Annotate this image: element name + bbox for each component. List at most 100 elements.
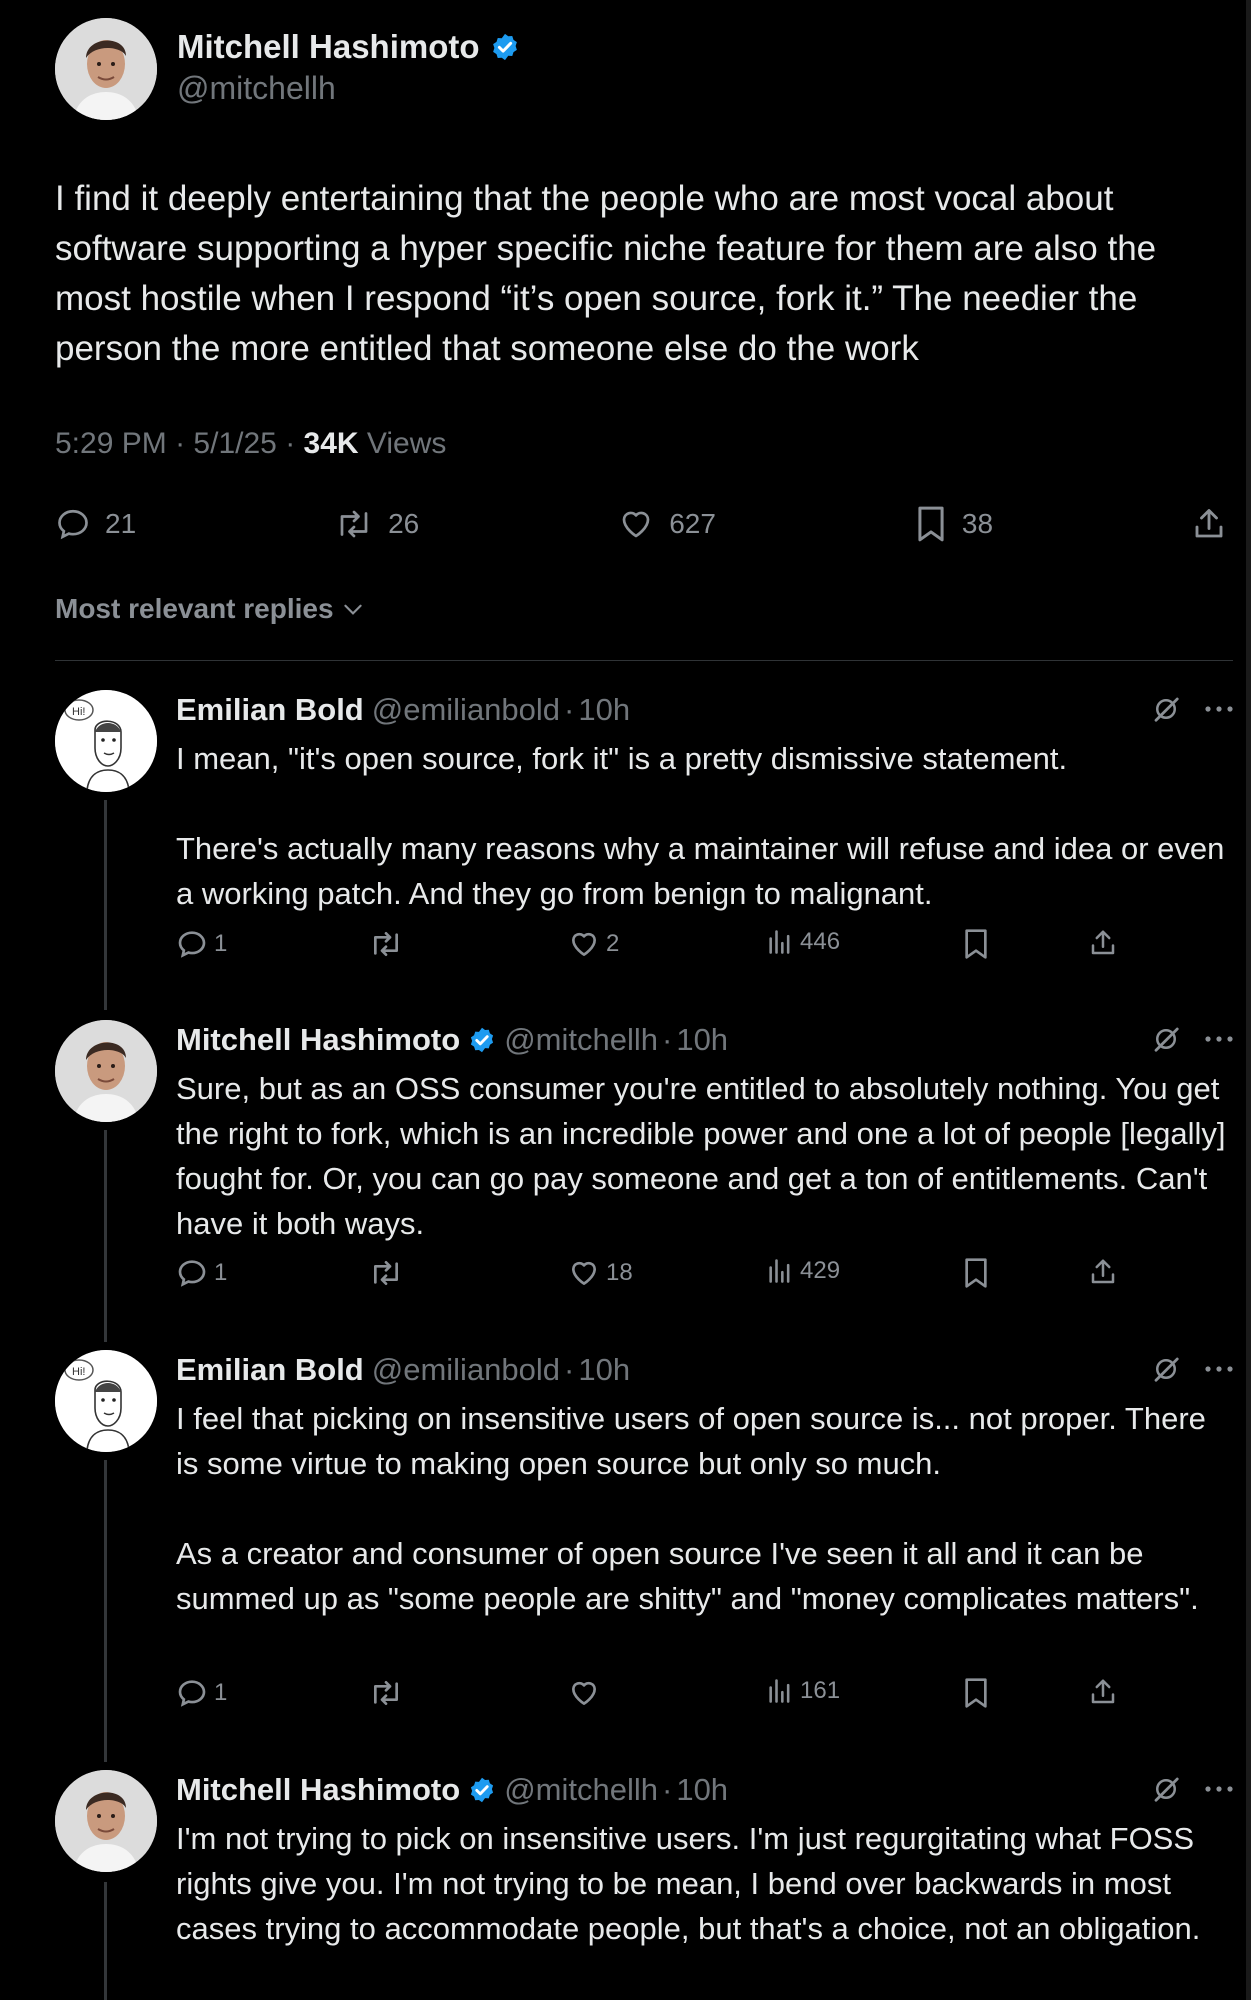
share-icon — [1091, 1679, 1115, 1704]
thread-line — [104, 1882, 107, 2000]
like-button[interactable] — [568, 1677, 606, 1709]
post-text: I find it deeply entertaining that the p… — [55, 179, 1166, 368]
heart-icon — [572, 932, 596, 956]
post-author[interactable]: Mitchell Hashimoto @mitchellh — [55, 18, 1235, 120]
reply-author-name[interactable]: Mitchell Hashimoto — [176, 1020, 460, 1060]
reply-age[interactable]: 10h — [676, 1020, 728, 1060]
replies-sort-dropdown[interactable]: Most relevant replies — [55, 593, 1235, 625]
reply-author-name[interactable]: Emilian Bold — [176, 1350, 364, 1390]
reply-age[interactable]: 10h — [578, 690, 630, 730]
reply-icon — [178, 1260, 206, 1287]
post-meta: 5:29 PM · 5/1/25 · 34K Views — [55, 427, 447, 460]
thread-line — [104, 1460, 107, 1762]
grok-icon[interactable] — [1151, 1774, 1181, 1804]
more-options-icon[interactable] — [1203, 1784, 1235, 1794]
repost-icon — [374, 1261, 398, 1285]
reply-button[interactable]: 1 — [176, 928, 227, 960]
analytics-icon — [769, 1259, 790, 1283]
grok-icon[interactable] — [1151, 1354, 1181, 1384]
verified-badge-icon — [471, 1777, 494, 1803]
verified-badge-icon — [492, 33, 517, 61]
avatar[interactable]: Hi! — [55, 690, 157, 792]
divider — [55, 660, 1233, 661]
bookmark-button[interactable] — [962, 1257, 990, 1289]
bookmark-icon — [965, 1258, 987, 1288]
like-button[interactable]: 2 — [568, 928, 619, 960]
heart-icon — [622, 511, 650, 538]
repost-icon — [340, 510, 368, 538]
share-button[interactable] — [1191, 506, 1227, 542]
heart-icon — [572, 1261, 596, 1285]
sort-label: Most relevant replies — [55, 593, 334, 624]
like-button[interactable]: 18 — [568, 1257, 633, 1289]
share-button[interactable] — [1088, 1677, 1118, 1707]
share-button[interactable] — [1088, 928, 1118, 958]
reply-author-handle[interactable]: @mitchellh — [504, 1020, 658, 1060]
reply-icon — [58, 509, 88, 540]
more-options-icon[interactable] — [1203, 1034, 1235, 1044]
post-date[interactable]: 5/1/25 — [193, 427, 276, 460]
reply-text: Sure, but as an OSS consumer you're enti… — [176, 1071, 1235, 1241]
avatar[interactable]: Hi! — [55, 1350, 157, 1452]
share-icon — [1195, 509, 1223, 538]
reply-author-name[interactable]: Emilian Bold — [176, 690, 364, 730]
repost-icon — [374, 1681, 398, 1705]
reply-button[interactable]: 21 — [55, 506, 136, 542]
reply-button[interactable]: 1 — [176, 1677, 227, 1709]
views-label: Views — [366, 427, 447, 460]
reply-icon — [178, 1680, 206, 1707]
share-icon — [1091, 930, 1115, 955]
avatar-caption: Hi! — [72, 706, 85, 718]
repost-button[interactable]: 26 — [334, 506, 419, 542]
reply-text: I feel that picking on insensitive users… — [176, 1401, 1206, 1616]
author-name: Mitchell Hashimoto — [177, 28, 480, 65]
reply-actions: 1 18 429 — [0, 1257, 1251, 1293]
share-button[interactable] — [1088, 1257, 1118, 1287]
verified-badge-icon — [471, 1027, 494, 1053]
share-icon — [1091, 1259, 1115, 1284]
repost-button[interactable] — [368, 928, 410, 960]
bookmark-icon — [965, 1678, 987, 1708]
reply-author-handle[interactable]: @mitchellh — [504, 1770, 658, 1810]
repost-button[interactable] — [368, 1257, 410, 1289]
avatar-caption: Hi! — [72, 1366, 85, 1378]
bookmark-button[interactable] — [962, 928, 990, 960]
reply-text: I'm not trying to pick on insensitive us… — [176, 1821, 1203, 1946]
reply-age[interactable]: 10h — [578, 1350, 630, 1390]
more-options-icon[interactable] — [1203, 1364, 1235, 1374]
reply-age[interactable]: 10h — [676, 1770, 728, 1810]
post-actions: 21 26 627 38 — [55, 505, 1227, 543]
bookmark-icon — [965, 929, 987, 959]
avatar[interactable] — [55, 1770, 157, 1872]
reply-actions: 1 161 — [0, 1677, 1251, 1713]
grok-icon[interactable] — [1151, 1024, 1181, 1054]
analytics-icon — [769, 1679, 790, 1703]
chevron-down-icon — [343, 604, 362, 615]
repost-icon — [374, 932, 398, 956]
views-button[interactable]: 161 — [766, 1677, 840, 1705]
like-button[interactable]: 627 — [617, 506, 716, 542]
avatar[interactable] — [55, 18, 157, 120]
bookmark-button[interactable] — [962, 1677, 990, 1709]
reply-icon — [178, 931, 206, 958]
bookmark-button[interactable]: 38 — [914, 505, 993, 543]
thread-line — [104, 1130, 107, 1342]
author-display-name[interactable]: Mitchell Hashimoto — [177, 28, 520, 66]
views-button[interactable]: 446 — [766, 928, 840, 956]
views-button[interactable]: 429 — [766, 1257, 840, 1285]
repost-button[interactable] — [368, 1677, 410, 1709]
bookmark-icon — [918, 506, 944, 542]
avatar[interactable] — [55, 1020, 157, 1122]
thread-line — [104, 800, 107, 1010]
more-options-icon[interactable] — [1203, 704, 1235, 714]
analytics-icon — [769, 930, 790, 954]
author-handle[interactable]: @mitchellh — [177, 70, 520, 107]
reply-author-name[interactable]: Mitchell Hashimoto — [176, 1770, 460, 1810]
heart-icon — [572, 1681, 596, 1705]
main-post: Mitchell Hashimoto @mitchellh I find it … — [55, 18, 1235, 625]
grok-icon[interactable] — [1151, 694, 1181, 724]
reply-button[interactable]: 1 — [176, 1257, 227, 1289]
post-time[interactable]: 5:29 PM — [55, 427, 167, 460]
reply-author-handle[interactable]: @emilianbold — [372, 690, 560, 730]
reply-author-handle[interactable]: @emilianbold — [372, 1350, 560, 1390]
